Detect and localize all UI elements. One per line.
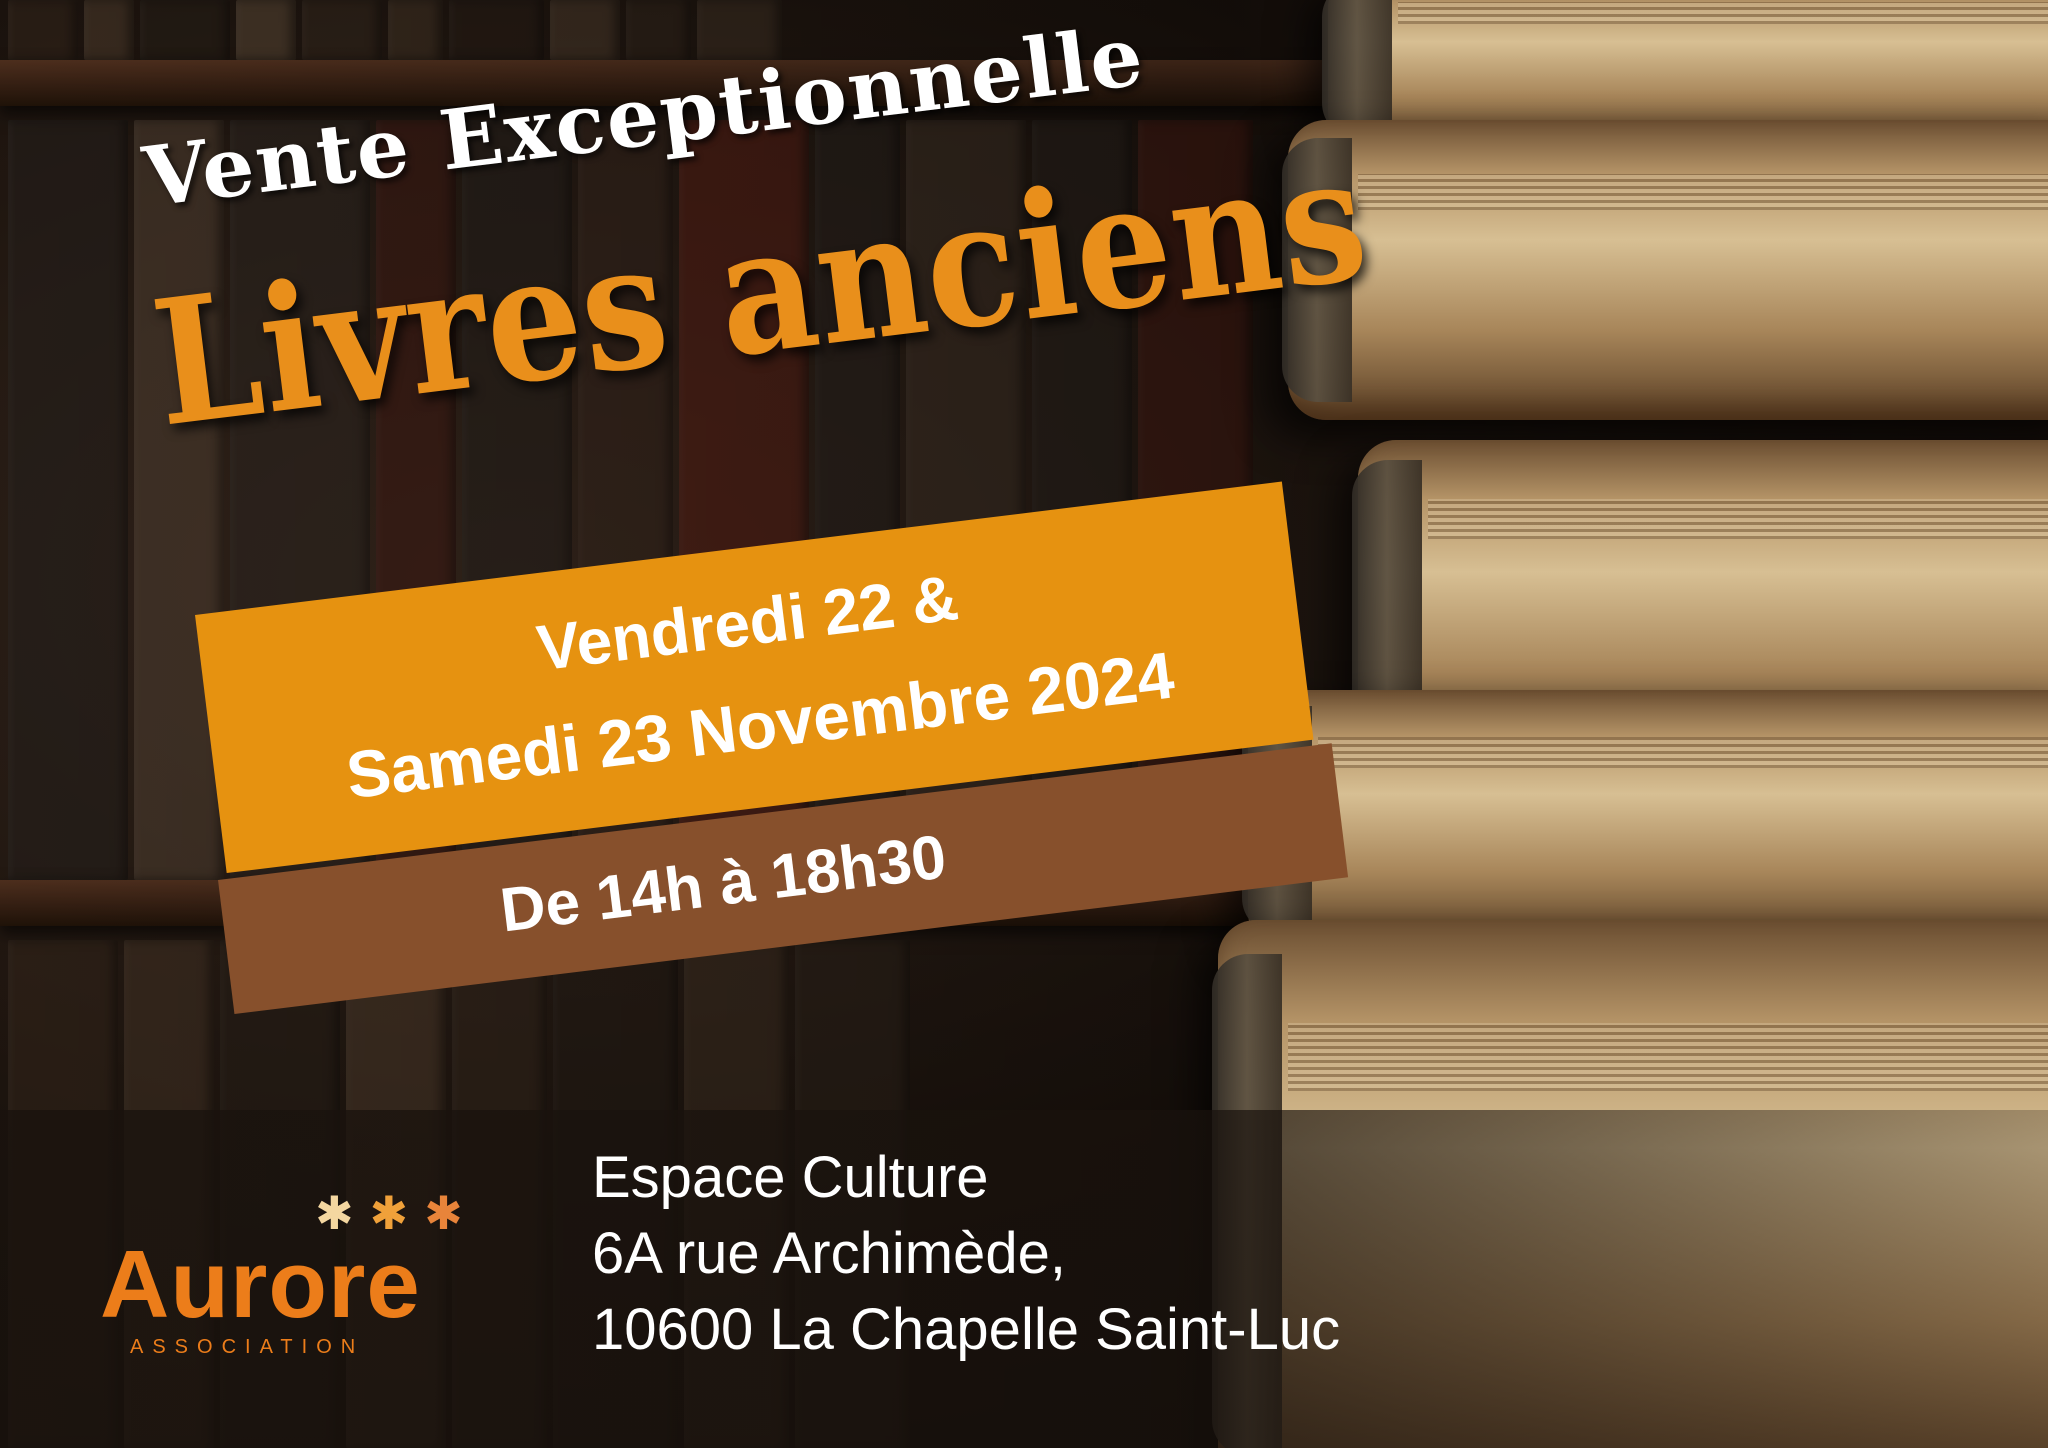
event-poster: Vente Exceptionnelle Livres anciens Vend… — [0, 0, 2048, 1448]
venue-name: Espace Culture — [592, 1145, 989, 1210]
logo-subtitle: ASSOCIATION — [130, 1336, 365, 1358]
asterisk-icon: ✱ — [424, 1186, 463, 1240]
logo-name: Aurore — [100, 1231, 421, 1338]
venue-city: 10600 La Chapelle Saint-Luc — [592, 1297, 1341, 1362]
old-book — [1242, 690, 2048, 950]
old-book — [1282, 120, 2048, 420]
venue-street: 6A rue Archimède, — [592, 1221, 1066, 1286]
venue-address: Espace Culture 6A rue Archimède, 10600 L… — [592, 1140, 1340, 1368]
aurore-logo: ✱ ✱ ✱ Aurore ASSOCIATION — [100, 1190, 490, 1360]
